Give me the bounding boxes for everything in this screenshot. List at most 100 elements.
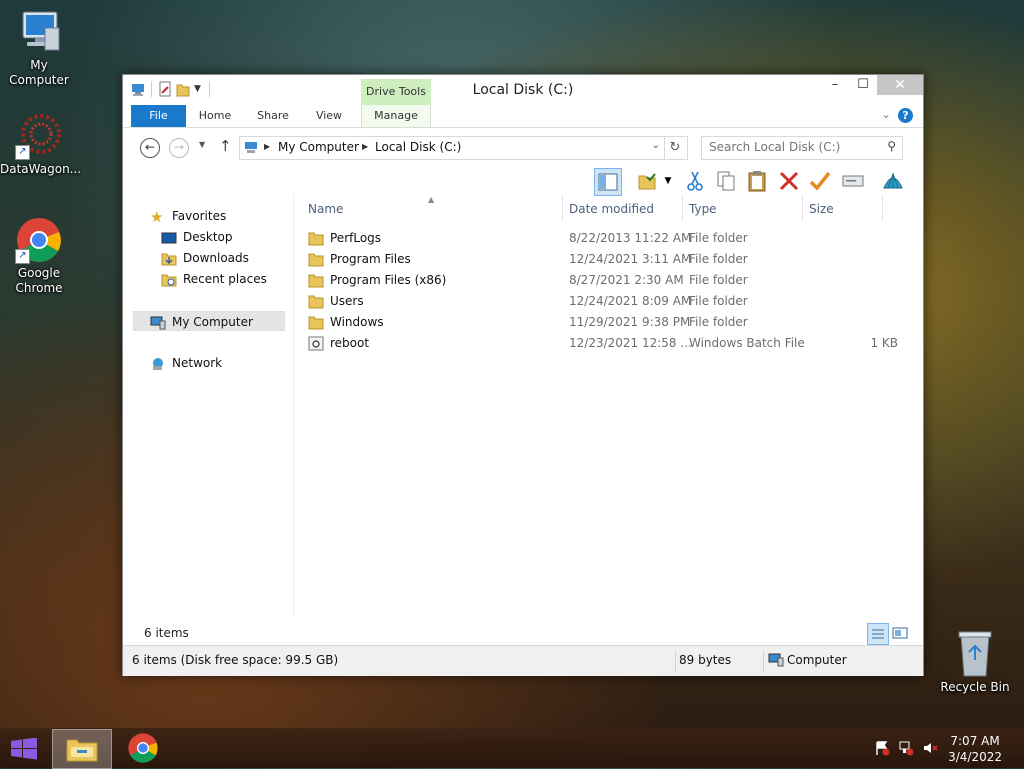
nav-favorites[interactable]: ★ Favorites [150, 206, 226, 226]
paste-button[interactable] [744, 168, 770, 194]
chrome-icon [128, 733, 158, 763]
recycle-bin-icon [955, 630, 995, 678]
back-button[interactable]: ← [140, 138, 160, 158]
rename-button[interactable] [807, 168, 833, 194]
network-icon [153, 357, 163, 370]
status-disk-space: 6 items (Disk free space: 99.5 GB) [132, 653, 339, 667]
action-center-flag-icon[interactable] [874, 740, 890, 756]
computer-small-icon [150, 316, 166, 329]
column-header-name[interactable]: Name [308, 199, 343, 219]
datawagon-icon: ↗ [15, 112, 63, 160]
tab-home[interactable]: Home [193, 105, 237, 127]
table-row[interactable]: reboot 12/23/2021 12:58 ... Windows Batc… [298, 333, 898, 354]
delete-x-icon [779, 171, 799, 191]
folder-icon [308, 232, 324, 246]
details-view-button[interactable] [867, 623, 889, 645]
shortcut-arrow-icon: ↗ [15, 249, 30, 264]
properties-button[interactable] [840, 168, 866, 194]
column-header-size[interactable]: Size [809, 199, 834, 219]
table-row[interactable]: Windows 11/29/2021 9:38 PM File folder [298, 312, 898, 333]
column-divider[interactable] [562, 195, 563, 221]
copy-button[interactable] [713, 168, 739, 194]
column-header-date-modified[interactable]: Date modified [569, 199, 654, 219]
column-header-type[interactable]: Type [689, 199, 717, 219]
checkmark-icon [809, 171, 831, 191]
breadcrumb-my-computer[interactable]: My Computer [278, 140, 359, 154]
recent-locations-dropdown-icon[interactable]: ▼ [199, 140, 205, 149]
shell-icon [883, 173, 903, 189]
table-row[interactable]: PerfLogs 8/22/2013 11:22 AM File folder [298, 228, 898, 249]
clock-date: 3/4/2022 [948, 750, 1002, 764]
search-input[interactable] [702, 137, 879, 157]
help-icon[interactable]: ? [898, 108, 913, 123]
recent-places-icon [161, 274, 177, 286]
new-window-button[interactable] [880, 168, 906, 194]
up-button[interactable]: ↑ [219, 137, 232, 155]
scissors-icon [687, 171, 703, 191]
close-button[interactable]: ✕ [877, 75, 923, 95]
search-icon[interactable]: ⚲ [887, 139, 896, 153]
window-title: Local Disk (C:) [472, 82, 574, 98]
table-row[interactable]: Program Files (x86) 8/27/2021 2:30 AM Fi… [298, 270, 898, 291]
status-divider [675, 650, 676, 672]
search-box[interactable]: ⚲ [701, 136, 903, 160]
forward-button[interactable]: → [169, 138, 189, 158]
breadcrumb-local-disk[interactable]: Local Disk (C:) [375, 140, 461, 154]
desktop-icon-label: Google Chrome [15, 266, 63, 295]
select-all-button[interactable] [635, 168, 661, 194]
column-divider[interactable] [802, 195, 803, 221]
cut-button[interactable] [682, 168, 708, 194]
nav-network[interactable]: Network [150, 353, 222, 373]
column-divider[interactable] [882, 195, 883, 221]
column-divider[interactable] [682, 195, 683, 221]
address-bar[interactable]: ▶ My Computer ▶ Local Disk (C:) ⌄ [239, 136, 665, 160]
batch-file-icon [308, 336, 324, 351]
nav-my-computer[interactable]: My Computer [133, 311, 285, 331]
preview-pane-button[interactable] [594, 168, 622, 196]
breadcrumb-chevron-icon[interactable]: ▶ [264, 142, 270, 151]
select-dropdown-icon[interactable]: ▼ [661, 168, 675, 194]
refresh-button[interactable]: ↻ [663, 136, 688, 160]
system-clock[interactable]: 7:07 AM 3/4/2022 [948, 733, 1002, 765]
taskbar-google-chrome[interactable] [114, 729, 172, 767]
minimize-button[interactable]: – [821, 75, 849, 95]
large-icons-view-button[interactable] [890, 623, 910, 643]
window-controls: – ☐ ✕ [821, 75, 923, 95]
paste-icon [748, 171, 766, 192]
items-count-bar: 6 items [123, 623, 923, 645]
tab-file[interactable]: File [131, 105, 186, 127]
nav-desktop[interactable]: Desktop [161, 227, 233, 247]
maximize-button[interactable]: ☐ [849, 75, 877, 95]
desktop-icon-google-chrome[interactable]: ↗ Google Chrome [0, 216, 78, 296]
folder-check-icon [638, 173, 656, 190]
start-button[interactable] [10, 737, 38, 760]
breadcrumb-chevron-icon[interactable]: ▶ [362, 142, 368, 151]
title-bar[interactable]: ▼ Drive Tools Local Disk (C:) – ☐ ✕ [123, 75, 923, 105]
desktop-icon-my-computer[interactable]: My Computer [0, 8, 78, 88]
nav-downloads[interactable]: Downloads [161, 248, 249, 268]
large-icons-view-icon [892, 627, 908, 639]
desktop-icon-datawagon[interactable]: ↗ DataWagon... [0, 112, 82, 177]
taskbar: 7:07 AM 3/4/2022 [0, 728, 1024, 769]
folder-icon [308, 274, 324, 288]
computer-small-icon [768, 653, 784, 667]
address-dropdown-icon[interactable]: ⌄ [652, 140, 660, 151]
desktop-icon-label: My Computer [9, 58, 69, 87]
volume-muted-icon[interactable] [922, 740, 938, 756]
tab-manage[interactable]: Manage [361, 105, 431, 127]
tab-view[interactable]: View [309, 105, 349, 127]
desktop-icon-recycle-bin[interactable]: Recycle Bin [936, 630, 1014, 695]
command-toolbar: ▼ [123, 166, 923, 196]
tab-share[interactable]: Share [251, 105, 295, 127]
content-area: ★ Favorites Desktop Downloads Recent plac… [123, 195, 923, 619]
ribbon-expand-icon[interactable]: ⌄ [881, 107, 891, 121]
desktop-icon-label: DataWagon... [0, 162, 82, 176]
table-row[interactable]: Users 12/24/2021 8:09 AM File folder [298, 291, 898, 312]
taskbar-file-explorer[interactable] [52, 729, 112, 769]
table-row[interactable]: Program Files 12/24/2021 3:11 AM File fo… [298, 249, 898, 270]
nav-recent-places[interactable]: Recent places [161, 269, 267, 289]
network-status-icon[interactable] [898, 740, 914, 756]
delete-button[interactable] [776, 168, 802, 194]
computer-icon [15, 8, 63, 56]
explorer-window: ▼ Drive Tools Local Disk (C:) – ☐ ✕ File… [122, 74, 924, 676]
